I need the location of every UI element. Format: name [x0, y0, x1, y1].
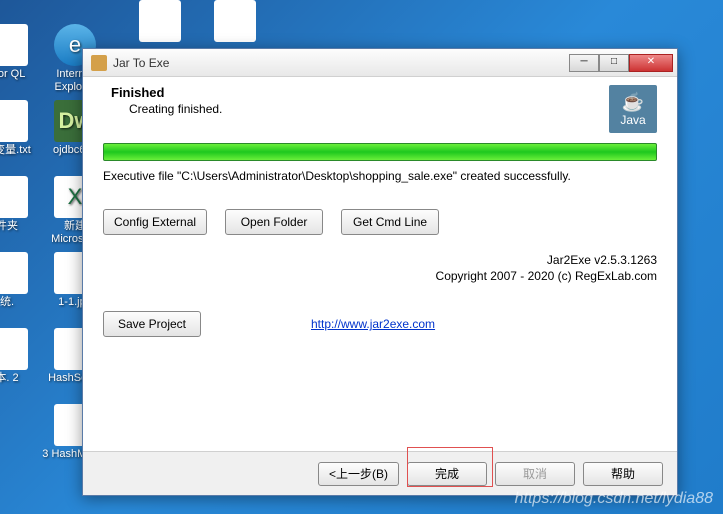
cancel-button: 取消: [495, 462, 575, 486]
app-icon: [91, 55, 107, 71]
finish-button[interactable]: 完成: [407, 462, 487, 486]
icon: [0, 176, 28, 218]
titlebar[interactable]: Jar To Exe ─ □ ✕: [83, 49, 677, 77]
window-title: Jar To Exe: [113, 56, 569, 70]
back-button[interactable]: <上一步(B): [318, 462, 399, 486]
watermark-text: https://blog.csdn.net/lydia88: [515, 490, 713, 508]
icon-label: 境变量.txt: [0, 144, 42, 157]
jar2exe-window: Jar To Exe ─ □ ✕ Finished Creating finis…: [82, 48, 678, 496]
file-icon[interactable]: [214, 0, 256, 42]
version-text: Jar2Exe v2.5.3.1263: [103, 253, 657, 267]
config-external-button[interactable]: Config External: [103, 209, 207, 235]
icon-label: 统.: [0, 296, 42, 309]
open-folder-button[interactable]: Open Folder: [225, 209, 323, 235]
page-subheading: Creating finished.: [103, 102, 222, 116]
icon-label: 本. 2: [0, 372, 42, 385]
java-logo-icon: Java: [609, 85, 657, 133]
save-project-button[interactable]: Save Project: [103, 311, 201, 337]
desktop-icon[interactable]: t for QL: [0, 24, 42, 81]
progress-bar: [103, 143, 657, 161]
status-message: Executive file "C:\Users\Administrator\D…: [103, 169, 657, 183]
file-icon[interactable]: [139, 0, 181, 42]
icon: [0, 328, 28, 370]
website-link[interactable]: http://www.jar2exe.com: [311, 317, 435, 331]
get-cmd-line-button[interactable]: Get Cmd Line: [341, 209, 439, 235]
icon: [0, 252, 28, 294]
icon-label: 件夹: [0, 220, 42, 233]
maximize-button[interactable]: □: [599, 54, 629, 72]
help-button[interactable]: 帮助: [583, 462, 663, 486]
page-heading: Finished: [103, 85, 222, 100]
icon: [0, 100, 28, 142]
desktop-icon[interactable]: 件夹: [0, 176, 42, 233]
close-button[interactable]: ✕: [629, 54, 673, 72]
minimize-button[interactable]: ─: [569, 54, 599, 72]
icon: [0, 24, 28, 66]
wizard-footer: <上一步(B) 完成 取消 帮助: [83, 451, 677, 495]
desktop-icon[interactable]: 境变量.txt: [0, 100, 42, 157]
icon-label: t for QL: [0, 68, 42, 81]
desktop-icon[interactable]: 本. 2: [0, 328, 42, 385]
desktop-icon[interactable]: 统.: [0, 252, 42, 309]
copyright-text: Copyright 2007 - 2020 (c) RegExLab.com: [103, 269, 657, 283]
